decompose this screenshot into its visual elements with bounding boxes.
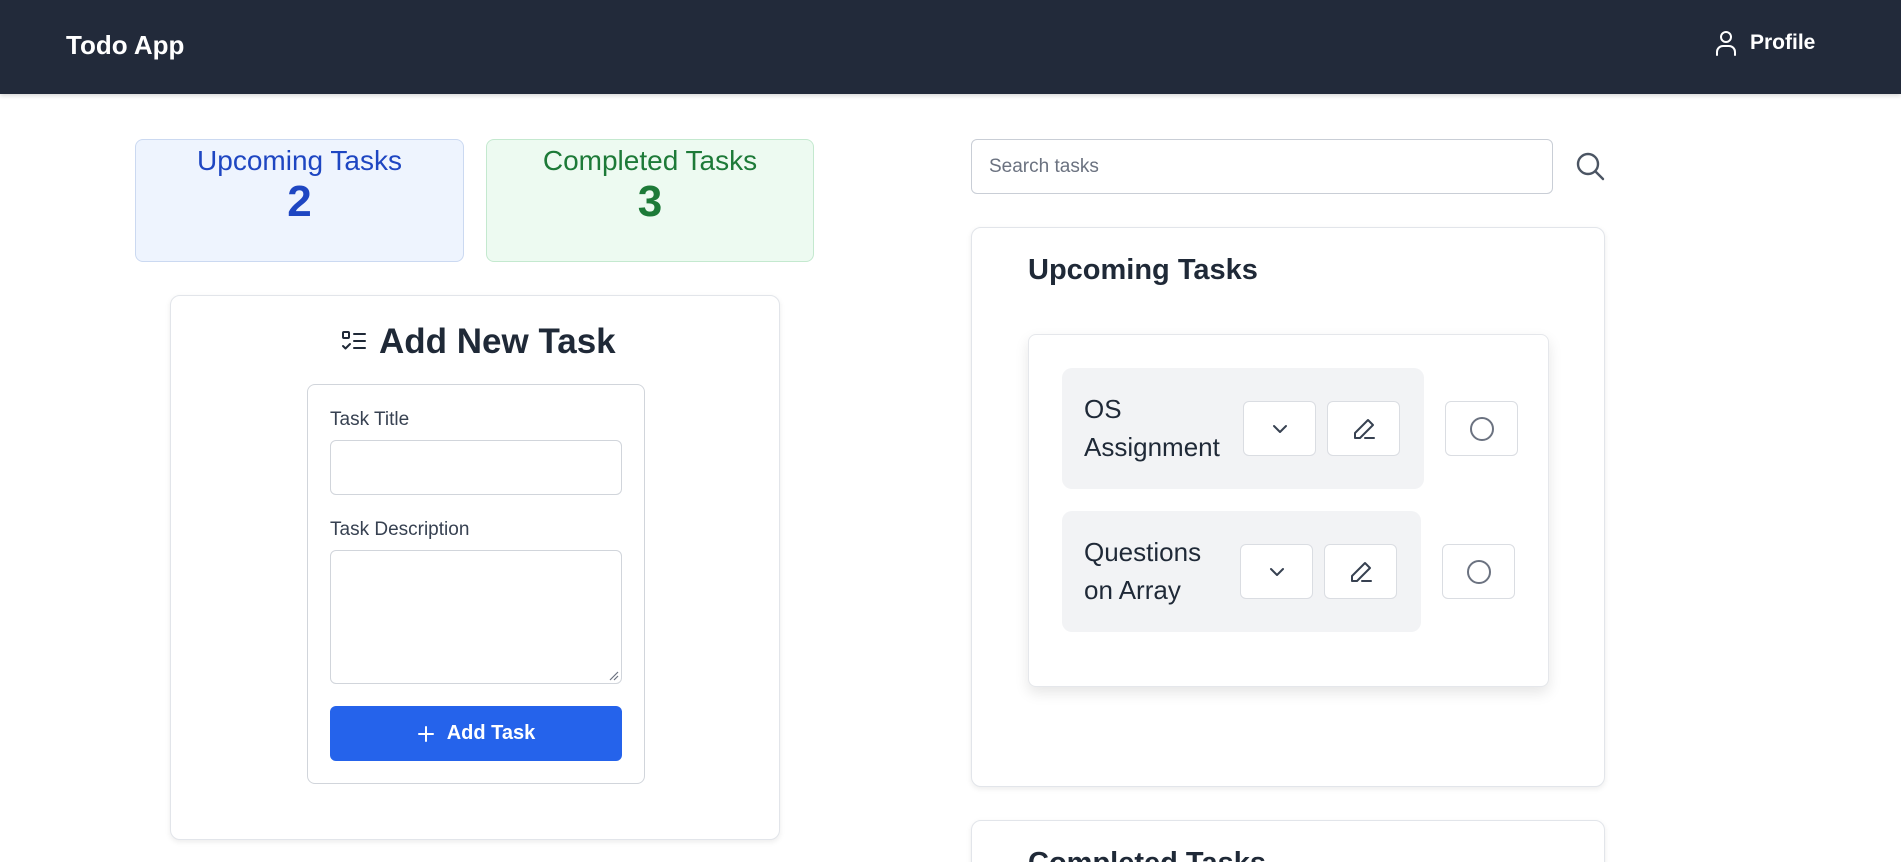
task-item-body: Questions on Array <box>1062 511 1421 632</box>
task-item-body: OS Assignment <box>1062 368 1424 489</box>
edit-task-button[interactable] <box>1327 401 1400 456</box>
pencil-icon <box>1353 418 1375 439</box>
add-task-button[interactable]: Add Task <box>330 706 622 761</box>
task-title-line: Assignment <box>1084 432 1220 462</box>
user-icon <box>1716 31 1736 56</box>
task-description-label: Task Description <box>330 519 470 540</box>
complete-task-button[interactable] <box>1442 544 1515 599</box>
upcoming-task-list: OS Assignment Questions on Array <box>1028 334 1549 687</box>
chevron-down-icon <box>1272 424 1287 433</box>
expand-task-button[interactable] <box>1240 544 1313 599</box>
plus-icon <box>417 725 434 742</box>
task-item: OS Assignment <box>1062 368 1518 489</box>
upcoming-tasks-count: 2 <box>287 176 312 226</box>
completed-tasks-title: Completed Tasks <box>1028 847 1266 862</box>
add-task-heading: Add New Task <box>341 322 616 362</box>
search-input[interactable] <box>971 139 1553 194</box>
circle-icon <box>1466 559 1491 584</box>
complete-task-button[interactable] <box>1445 401 1518 456</box>
profile-label: Profile <box>1750 31 1816 54</box>
task-title-line: on Array <box>1084 575 1181 605</box>
add-task-card: Add New Task Task Title Task Description… <box>170 295 780 840</box>
add-task-form: Task Title Task Description Add Task <box>307 384 645 784</box>
task-title-line: Questions <box>1084 537 1202 567</box>
chevron-down-icon <box>1269 567 1284 576</box>
completed-tasks-stat-label: Completed Tasks <box>542 145 758 176</box>
add-task-heading-text: Add New Task <box>379 322 616 361</box>
add-task-button-label: Add Task <box>446 722 536 744</box>
circle-icon <box>1469 416 1494 441</box>
profile-link[interactable]: Profile <box>1714 30 1815 56</box>
completed-tasks-stat-card: Completed Tasks 3 <box>486 139 814 262</box>
navbar: Todo App Profile <box>0 0 1901 94</box>
edit-task-button[interactable] <box>1324 544 1397 599</box>
completed-tasks-section: Completed Tasks <box>971 820 1605 862</box>
search-icon[interactable] <box>1575 151 1605 181</box>
task-description-textarea[interactable] <box>330 550 622 684</box>
upcoming-tasks-title: Upcoming Tasks <box>1028 254 1258 286</box>
task-title-input[interactable] <box>330 440 622 495</box>
task-list-icon <box>342 331 366 350</box>
pencil-icon <box>1350 561 1372 582</box>
task-title-label: Task Title <box>330 409 410 430</box>
resize-handle-icon[interactable] <box>609 671 619 681</box>
task-title: Questions on Array <box>1084 533 1201 609</box>
task-title-line: OS <box>1084 394 1122 424</box>
expand-task-button[interactable] <box>1243 401 1316 456</box>
task-title: OS Assignment <box>1084 390 1220 466</box>
app-brand[interactable]: Todo App <box>66 30 184 61</box>
upcoming-tasks-stat-label: Upcoming Tasks <box>197 145 402 176</box>
upcoming-tasks-section: Upcoming Tasks OS Assignment Questions o… <box>971 227 1605 787</box>
upcoming-tasks-stat-card: Upcoming Tasks 2 <box>135 139 464 262</box>
task-item: Questions on Array <box>1062 511 1515 632</box>
completed-tasks-count: 3 <box>637 176 663 226</box>
